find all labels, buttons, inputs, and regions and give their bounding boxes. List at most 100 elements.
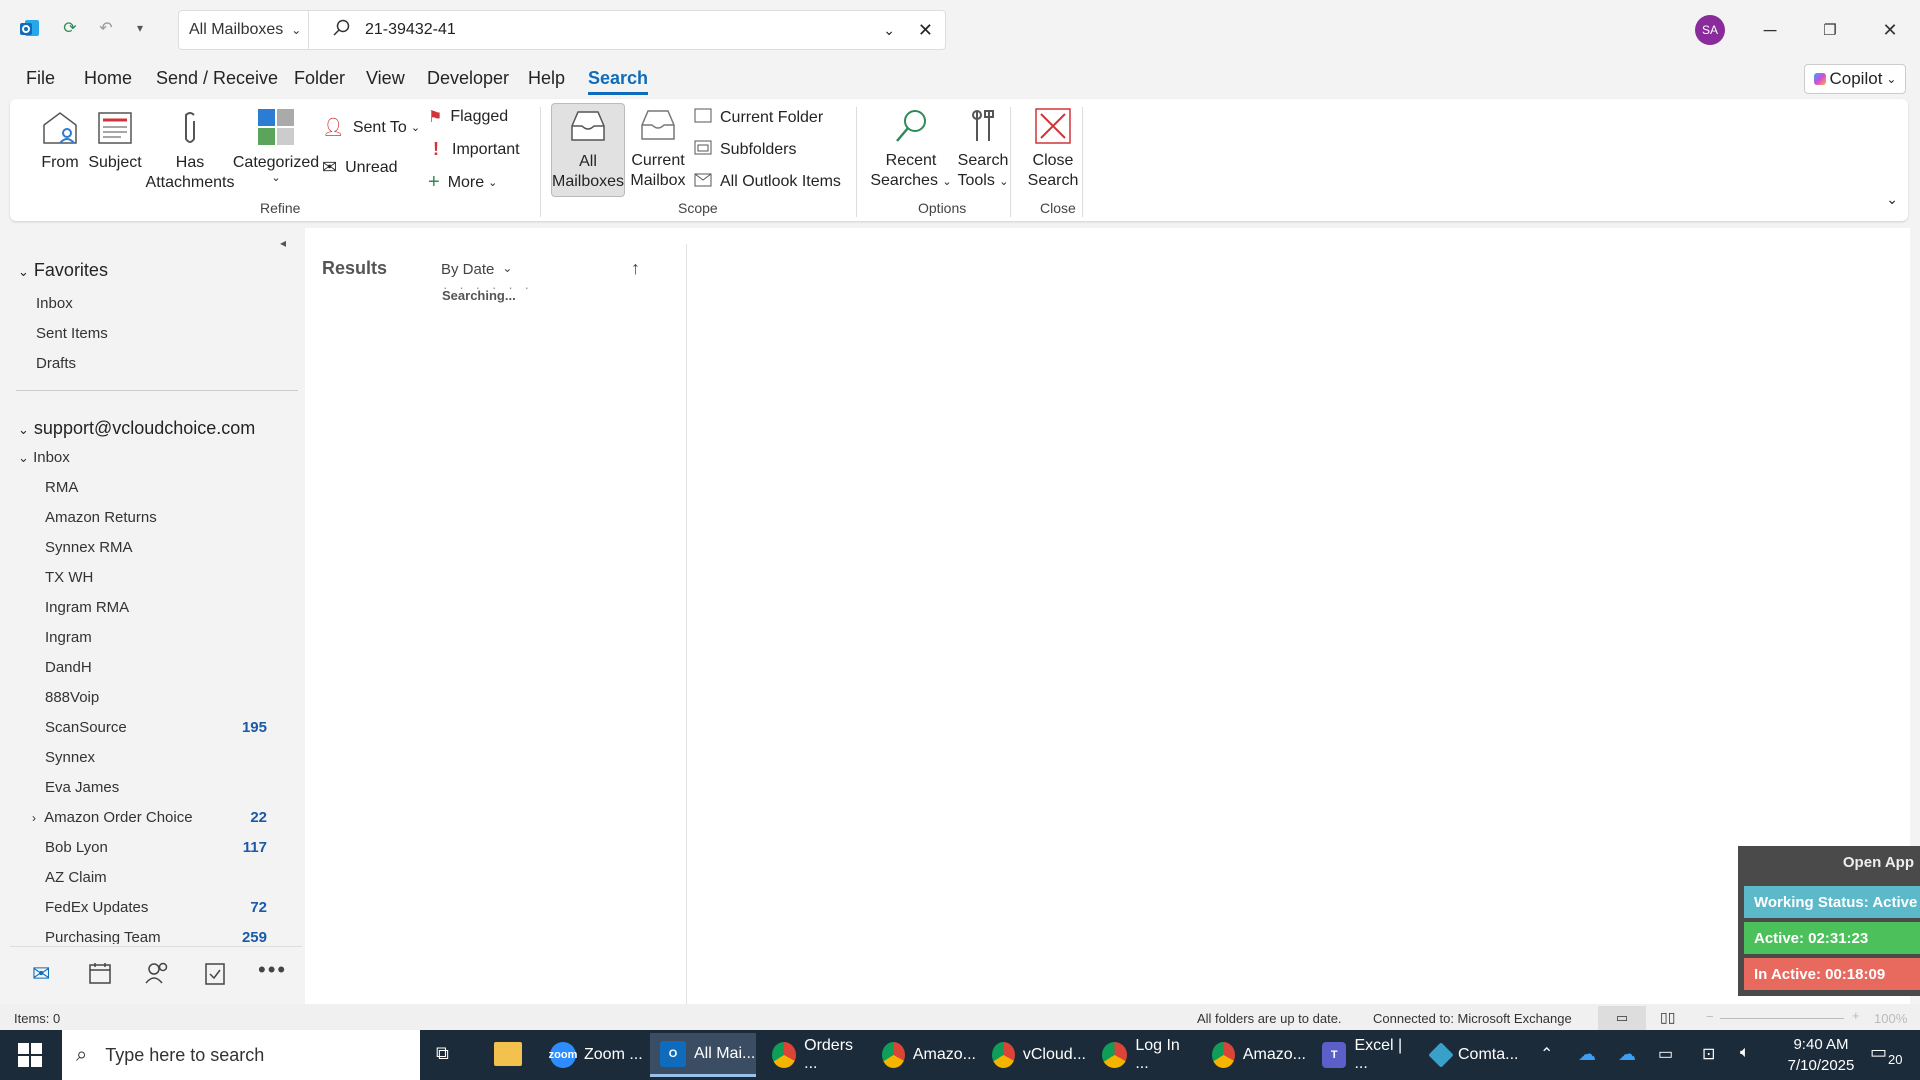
minimize-icon[interactable]: ─ bbox=[1750, 10, 1790, 50]
folder-synnex-rma[interactable]: Synnex RMA bbox=[45, 539, 133, 556]
sync-icon[interactable]: ⟳ bbox=[58, 16, 82, 40]
clock[interactable]: 9:40 AM 7/10/2025 bbox=[1776, 1034, 1866, 1076]
folder-rma[interactable]: RMA bbox=[45, 479, 78, 496]
undo-icon[interactable]: ↶ bbox=[94, 16, 118, 40]
favorite-drafts[interactable]: Drafts bbox=[36, 355, 76, 372]
restore-icon[interactable]: ❐ bbox=[1810, 10, 1850, 50]
sent-to-button[interactable]: 👤︎ Sent To ⌄ bbox=[322, 117, 420, 138]
taskbar-app-chrome-orders[interactable]: Orders ... bbox=[762, 1033, 866, 1077]
customize-toolbar-icon[interactable]: ▾ bbox=[128, 16, 152, 40]
folder-fedex-updates[interactable]: FedEx Updates bbox=[45, 899, 148, 916]
normal-view-icon[interactable]: ▭ bbox=[1598, 1006, 1646, 1030]
close-window-icon[interactable]: ✕ bbox=[1870, 10, 1910, 50]
folder-amazon-order-choice[interactable]: › Amazon Order Choice bbox=[32, 809, 193, 826]
sort-direction-icon[interactable]: ↑ bbox=[631, 258, 640, 279]
flagged-button[interactable]: ⚑ Flagged bbox=[428, 107, 508, 127]
search-input[interactable]: 21-39432-41 bbox=[365, 21, 456, 39]
more-apps-icon[interactable]: ••• bbox=[258, 957, 287, 983]
battery-icon[interactable]: ▭ bbox=[1658, 1044, 1673, 1064]
folder-purchasing-team[interactable]: Purchasing Team bbox=[45, 929, 161, 944]
favorite-sent-items[interactable]: Sent Items bbox=[36, 325, 108, 342]
favorite-inbox[interactable]: Inbox bbox=[36, 295, 73, 312]
folder-888voip[interactable]: 888Voip bbox=[45, 689, 99, 706]
favorites-header[interactable]: ⌄ Favorites bbox=[18, 260, 108, 281]
categorized-button[interactable]: Categorized ⌄ bbox=[226, 107, 326, 184]
search-scope-dropdown[interactable]: All Mailboxes ⌄ bbox=[178, 10, 308, 50]
subfolders-button[interactable]: Subfolders bbox=[694, 139, 797, 160]
file-explorer-icon[interactable] bbox=[494, 1042, 522, 1066]
unread-button[interactable]: ✉ Unread bbox=[322, 157, 398, 178]
folder-ingram[interactable]: Ingram bbox=[45, 629, 92, 646]
tab-folder[interactable]: Folder bbox=[294, 68, 345, 89]
folder-synnex[interactable]: Synnex bbox=[45, 749, 95, 766]
collapse-pane-icon[interactable]: ◂ bbox=[280, 236, 286, 250]
taskbar-app-chrome-amazon[interactable]: Amazo... bbox=[872, 1033, 976, 1077]
folder-tx-wh[interactable]: TX WH bbox=[45, 569, 93, 586]
taskbar-search[interactable]: ⌕ Type here to search bbox=[62, 1030, 420, 1080]
zoom-in-icon[interactable]: + bbox=[1852, 1008, 1860, 1023]
all-outlook-items-button[interactable]: All Outlook Items bbox=[694, 171, 841, 192]
current-folder-button[interactable]: Current Folder bbox=[694, 107, 823, 128]
inbox-folder[interactable]: ⌄ Inbox bbox=[18, 449, 70, 466]
search-dropdown-icon[interactable]: ⌄ bbox=[883, 22, 895, 39]
folder-dandh[interactable]: DandH bbox=[45, 659, 92, 676]
onedrive-icon[interactable]: ☁ bbox=[1618, 1044, 1636, 1065]
show-hidden-icons[interactable]: ⌃ bbox=[1540, 1044, 1553, 1064]
tab-search[interactable]: Search bbox=[588, 68, 649, 95]
folder-scansource[interactable]: ScanSource bbox=[45, 719, 127, 736]
zoom-level[interactable]: 100% bbox=[1874, 1011, 1907, 1026]
has-attachments-button[interactable]: Has Attachments bbox=[140, 109, 240, 193]
folder-az-claim[interactable]: AZ Claim bbox=[45, 869, 107, 886]
folder-eva-james[interactable]: Eva James bbox=[45, 779, 119, 796]
account-header[interactable]: ⌄ support@vcloudchoice.com bbox=[18, 418, 255, 439]
close-search-button[interactable]: Close Search bbox=[1020, 107, 1086, 191]
open-app-button[interactable]: Open App bbox=[1843, 854, 1914, 871]
taskbar-app-comtasks[interactable]: Comta... bbox=[1422, 1033, 1526, 1077]
notifications-button[interactable]: ▭ 20 bbox=[1866, 1042, 1906, 1070]
folder-amazon-returns[interactable]: Amazon Returns bbox=[45, 509, 157, 526]
more-button[interactable]: + More ⌄ bbox=[428, 171, 497, 194]
subject-button[interactable]: Subject bbox=[82, 109, 148, 173]
taskbar-app-chrome-vcloud[interactable]: vCloud... bbox=[982, 1033, 1086, 1077]
avatar[interactable]: SA bbox=[1695, 15, 1725, 45]
from-button[interactable]: From bbox=[30, 109, 90, 173]
current-mailbox-button[interactable]: Current Mailbox bbox=[626, 107, 690, 191]
task-view-icon[interactable]: ⧉ bbox=[436, 1043, 449, 1064]
volume-icon[interactable]: 🔈︎ bbox=[1740, 1044, 1750, 1062]
people-icon[interactable] bbox=[144, 961, 170, 988]
recent-searches-button[interactable]: Recent Searches ⌄ bbox=[866, 107, 956, 192]
folder-ingram-rma[interactable]: Ingram RMA bbox=[45, 599, 129, 616]
tab-file[interactable]: File bbox=[26, 68, 55, 89]
chevron-right-icon[interactable]: › bbox=[32, 811, 36, 825]
folder-bob-lyon[interactable]: Bob Lyon bbox=[45, 839, 108, 856]
tasks-icon[interactable] bbox=[204, 961, 226, 988]
calendar-icon[interactable] bbox=[88, 961, 112, 988]
taskbar-app-teams[interactable]: T Excel | ... bbox=[1312, 1033, 1416, 1077]
important-button[interactable]: ! Important bbox=[428, 139, 520, 160]
copilot-button[interactable]: Copilot ⌄ bbox=[1804, 64, 1906, 94]
network-icon[interactable]: ⊡ bbox=[1702, 1044, 1715, 1064]
all-mailboxes-button[interactable]: All Mailboxes bbox=[551, 103, 625, 197]
zoom-out-icon[interactable]: − bbox=[1706, 1009, 1714, 1024]
collapse-ribbon-icon[interactable]: ⌄ bbox=[1886, 191, 1898, 208]
sort-dropdown[interactable]: By Date ⌄ bbox=[441, 261, 512, 278]
taskbar-app-zoom[interactable]: zoom Zoom ... bbox=[540, 1033, 644, 1077]
tab-help[interactable]: Help bbox=[528, 68, 565, 89]
pane-divider[interactable] bbox=[686, 244, 687, 1004]
tab-view[interactable]: View bbox=[366, 68, 405, 89]
reading-view-icon[interactable]: ▯▯ bbox=[1660, 1009, 1675, 1026]
tab-developer[interactable]: Developer bbox=[427, 68, 509, 89]
windows-start-icon[interactable] bbox=[18, 1043, 42, 1070]
taskbar-app-chrome-login[interactable]: Log In ... bbox=[1092, 1033, 1196, 1077]
search-box[interactable]: 21-39432-41 ⌄ ✕ bbox=[308, 10, 946, 50]
mail-icon[interactable]: ✉ bbox=[32, 961, 50, 987]
search-tools-button[interactable]: Search Tools ⌄ bbox=[948, 107, 1018, 192]
onedrive-icon[interactable]: ☁ bbox=[1578, 1044, 1596, 1065]
tab-home[interactable]: Home bbox=[84, 68, 132, 89]
taskbar-app-chrome-amazon-2[interactable]: Amazo... bbox=[1202, 1033, 1306, 1077]
clear-search-icon[interactable]: ✕ bbox=[918, 20, 933, 41]
taskbar-search-input[interactable]: Type here to search bbox=[105, 1045, 264, 1066]
tab-send-receive[interactable]: Send / Receive bbox=[156, 68, 278, 89]
zoom-slider[interactable] bbox=[1720, 1018, 1844, 1019]
taskbar-app-outlook[interactable]: O All Mai... bbox=[650, 1033, 756, 1077]
